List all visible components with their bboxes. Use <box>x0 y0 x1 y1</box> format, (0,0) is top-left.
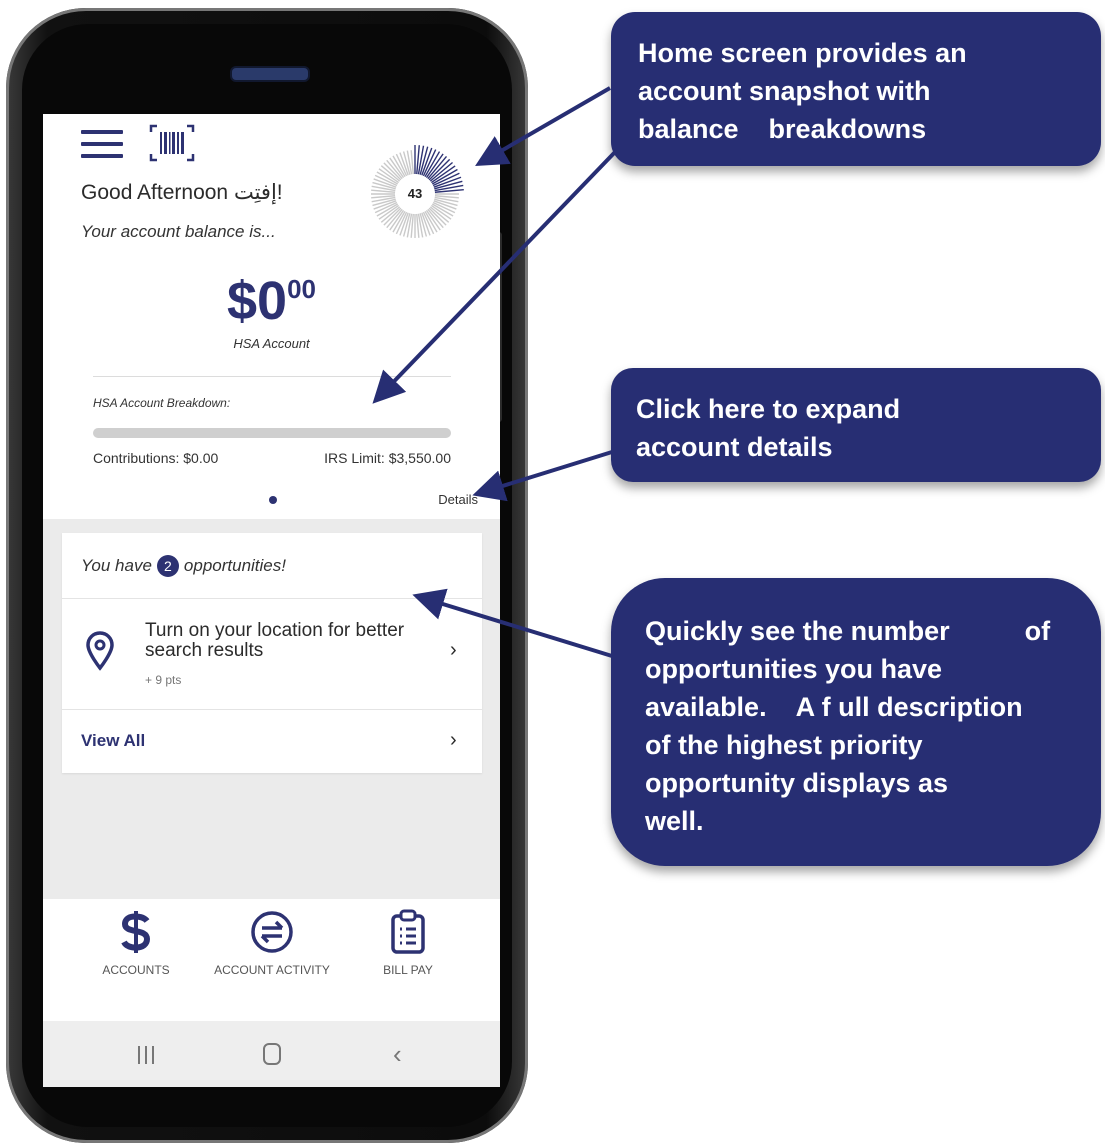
callout-line: balance breakdowns <box>638 114 927 144</box>
dollar-icon <box>121 911 151 953</box>
recents-icon[interactable] <box>136 1045 156 1065</box>
opportunity-points: + 9 pts <box>145 673 182 687</box>
opportunities-suffix: opportunities! <box>183 556 286 575</box>
back-icon[interactable]: ‹ <box>393 1039 402 1070</box>
tab-label: BILL PAY <box>383 963 433 977</box>
callout-line: of the highest priority <box>645 730 923 760</box>
callout-line: Home screen provides an <box>638 38 967 68</box>
callout-line: account snapshot with <box>638 76 931 106</box>
tab-bill-pay[interactable]: BILL PAY <box>328 899 488 1021</box>
score-value: 43 <box>407 186 423 201</box>
opportunities-card: You have 2 opportunities! Turn on your loc… <box>62 533 482 773</box>
transfer-icon <box>251 911 293 953</box>
chevron-right-icon: › <box>450 729 457 751</box>
barcode-scan-icon[interactable] <box>149 124 195 162</box>
greeting-text: Good Afternoon إفتِت! <box>81 181 283 204</box>
opportunities-heading: You have 2 opportunities! <box>81 555 286 577</box>
chevron-right-icon: › <box>450 639 457 661</box>
callout-line: opportunity displays as <box>645 768 949 798</box>
opportunities-feed: You have 2 opportunities! Turn on your loc… <box>43 519 500 899</box>
callout-details: Click here to expand account details <box>611 368 1101 482</box>
opportunities-prefix: You have <box>81 556 152 575</box>
location-pin-icon <box>86 631 114 671</box>
balance-caption: Your account balance is... <box>81 222 276 241</box>
callout-line: well. <box>645 806 704 836</box>
callout-text: Quickly see the number of opportunities … <box>645 612 1050 840</box>
contributions-text: Contributions: $0.00 <box>93 450 219 466</box>
divider <box>93 376 451 377</box>
home-icon[interactable] <box>263 1043 281 1065</box>
view-all-label: View All <box>81 731 146 750</box>
divider <box>62 709 482 710</box>
contribution-progress-bar <box>93 428 451 438</box>
account-snapshot: Good Afternoon إفتِت! Your account balan… <box>43 114 500 519</box>
details-link[interactable]: Details <box>438 492 478 507</box>
callout-line: opportunities you have <box>645 654 943 684</box>
callout-line: Quickly see the number of <box>645 616 1051 646</box>
callout-line: available. A f ull description <box>645 692 1023 722</box>
menu-icon[interactable] <box>81 130 123 160</box>
page-indicator-dot <box>269 496 277 504</box>
divider <box>62 598 482 599</box>
balance-dollars: $0 <box>227 271 288 331</box>
bottom-tab-bar: ACCOUNTS ACCOUNT ACTIVITY BILL PAY <box>43 899 500 1021</box>
callout-line: Click here to expand <box>636 394 901 424</box>
balance-cents: 00 <box>287 274 316 304</box>
system-nav-bar: ‹ <box>43 1021 500 1087</box>
callout-opportunities: Quickly see the number of opportunities … <box>611 578 1101 866</box>
callout-home-screen: Home screen provides an account snapshot… <box>611 12 1101 166</box>
callout-text: Click here to expand account details <box>636 390 900 466</box>
opportunity-text: Turn on your location for better search … <box>145 620 405 661</box>
balance-amount: $000 <box>43 270 500 332</box>
account-name: HSA Account <box>233 336 310 351</box>
phone-screen: Good Afternoon إفتِت! Your account balan… <box>43 114 500 1087</box>
clipboard-icon <box>391 909 425 954</box>
callout-line: account details <box>636 432 833 462</box>
opportunities-count-badge: 2 <box>156 555 179 577</box>
breakdown-title: HSA Account Breakdown: <box>93 396 231 410</box>
callout-text: Home screen provides an account snapshot… <box>638 34 967 148</box>
phone-speaker <box>230 66 310 82</box>
irs-limit-text: IRS Limit: $3,550.00 <box>324 450 451 466</box>
